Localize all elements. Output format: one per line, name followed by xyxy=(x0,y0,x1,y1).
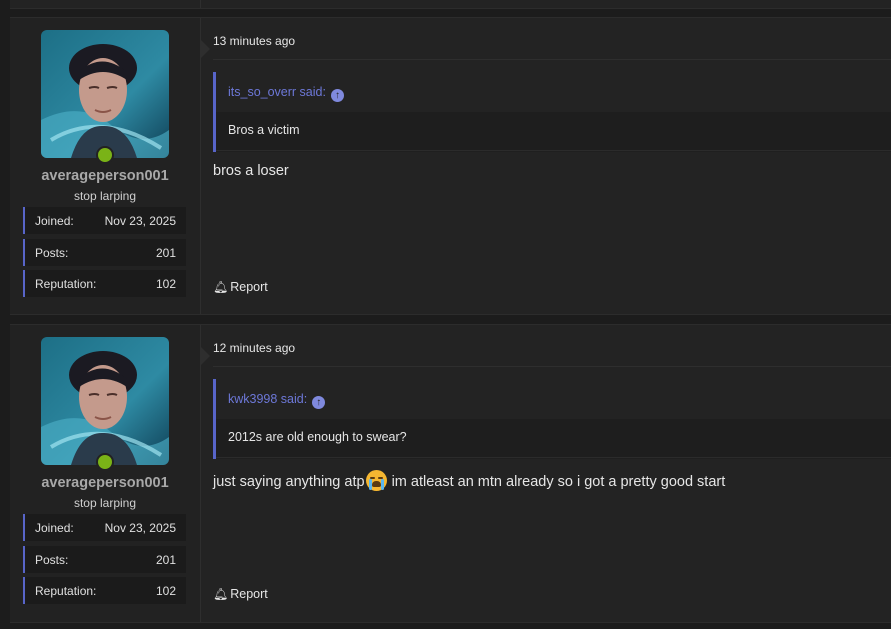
previous-post-edge xyxy=(10,0,891,9)
user-info-pane: averageperson001 stop larping Joined: No… xyxy=(10,18,201,314)
report-label: Report xyxy=(230,587,268,601)
quote-text: Bros a victim xyxy=(228,123,300,137)
stat-value: 201 xyxy=(155,553,176,567)
bell-icon: 🔔︎ xyxy=(213,280,229,294)
stat-label: Reputation: xyxy=(35,584,97,598)
stat-value: Nov 23, 2025 xyxy=(104,521,176,535)
arrow-up-circle-icon[interactable]: ↑ xyxy=(312,396,326,409)
user-stat-joined: Joined: Nov 23, 2025 xyxy=(23,514,186,541)
stat-value: Nov 23, 2025 xyxy=(104,214,176,228)
post-body-text: im atleast an mtn already so i got a pre… xyxy=(387,474,726,490)
avatar[interactable] xyxy=(41,337,169,465)
quote-author-link[interactable]: its_so_overr said: ↑ xyxy=(228,85,344,102)
user-stat-reputation: Reputation: 102 xyxy=(23,577,186,604)
divider xyxy=(213,59,891,60)
online-status-dot xyxy=(96,453,114,471)
stat-value: 201 xyxy=(155,246,176,260)
message-content: 13 minutes ago its_so_overr said: ↑ Bros … xyxy=(201,18,891,314)
post-body-text: just saying anything atp xyxy=(213,474,365,490)
report-button[interactable]: 🔔︎ Report xyxy=(213,280,268,294)
online-status-dot xyxy=(96,146,114,164)
user-stat-reputation: Reputation: 102 xyxy=(23,270,186,297)
divider xyxy=(213,366,891,367)
quote-body: Bros a victim xyxy=(216,112,891,151)
quote-author-label: kwk3998 said: xyxy=(228,392,308,406)
stat-label: Joined: xyxy=(35,214,74,228)
user-title: stop larping xyxy=(73,496,137,510)
quote-block: kwk3998 said: ↑ 2012s are old enough to s… xyxy=(213,379,891,459)
quote-body: 2012s are old enough to swear? xyxy=(216,419,891,458)
post-body: just saying anything atp im atleast an m… xyxy=(213,470,725,491)
post-body: bros a loser xyxy=(213,163,289,179)
quote-author-link[interactable]: kwk3998 said: ↑ xyxy=(228,392,326,409)
report-label: Report xyxy=(230,280,268,294)
user-stat-joined: Joined: Nov 23, 2025 xyxy=(23,207,186,234)
username[interactable]: averageperson001 xyxy=(10,168,200,184)
bell-icon: 🔔︎ xyxy=(213,587,229,601)
stat-value: 102 xyxy=(155,277,176,291)
forum-post: averageperson001 stop larping Joined: No… xyxy=(10,17,891,315)
user-stat-posts: Posts: 201 xyxy=(23,546,186,573)
quote-author-label: its_so_overr said: xyxy=(228,85,326,99)
loudly-crying-face-emoji-icon xyxy=(365,470,387,491)
quote-text: 2012s are old enough to swear? xyxy=(228,430,407,444)
stat-label: Joined: xyxy=(35,521,74,535)
avatar[interactable] xyxy=(41,30,169,158)
stat-label: Posts: xyxy=(35,553,69,567)
post-timestamp[interactable]: 12 minutes ago xyxy=(213,341,295,355)
report-button[interactable]: 🔔︎ Report xyxy=(213,587,268,601)
user-stat-posts: Posts: 201 xyxy=(23,239,186,266)
stat-label: Reputation: xyxy=(35,277,97,291)
user-info-pane: averageperson001 stop larping Joined: No… xyxy=(10,325,201,622)
quote-header: its_so_overr said: ↑ xyxy=(216,72,891,112)
forum-post: averageperson001 stop larping Joined: No… xyxy=(10,324,891,623)
post-timestamp[interactable]: 13 minutes ago xyxy=(213,34,295,48)
user-title: stop larping xyxy=(73,189,137,203)
stat-value: 102 xyxy=(155,584,176,598)
stat-label: Posts: xyxy=(35,246,69,260)
quote-block: its_so_overr said: ↑ Bros a victim xyxy=(213,72,891,152)
username[interactable]: averageperson001 xyxy=(10,475,200,491)
message-content: 12 minutes ago kwk3998 said: ↑ 2012s are … xyxy=(201,325,891,622)
quote-header: kwk3998 said: ↑ xyxy=(216,379,891,419)
arrow-up-circle-icon[interactable]: ↑ xyxy=(330,89,344,102)
